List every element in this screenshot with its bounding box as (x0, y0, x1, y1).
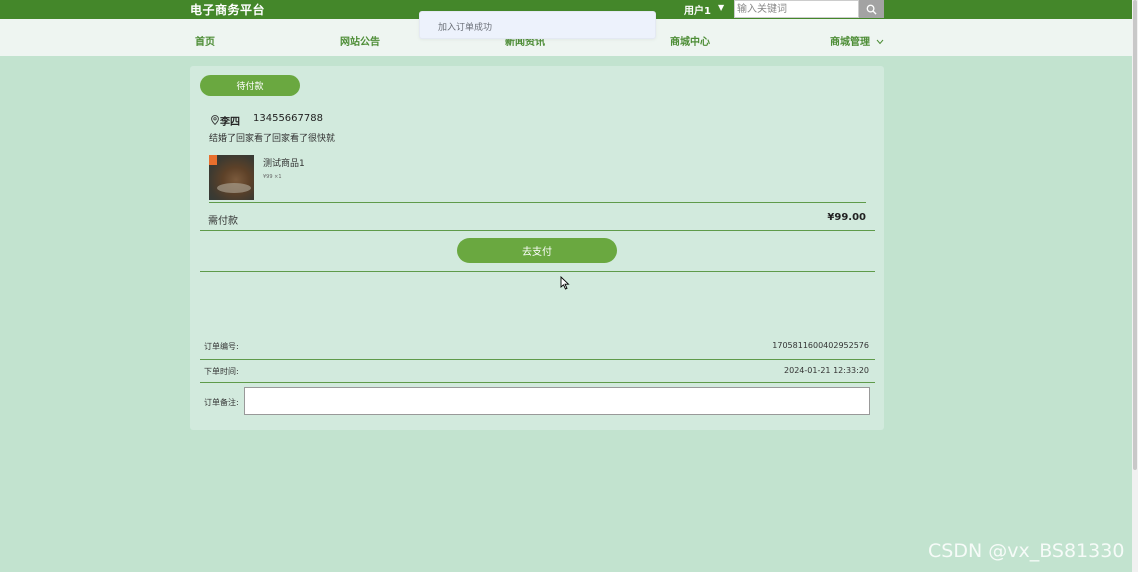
order-time-label: 下单时间: (204, 367, 239, 376)
order-number-label: 订单编号: (204, 342, 239, 351)
caret-down-icon[interactable]: ▼ (718, 3, 724, 12)
order-number-value: 1705811600402952576 (772, 341, 869, 350)
product-name[interactable]: 测试商品1 (263, 156, 305, 169)
search-input[interactable] (734, 0, 859, 18)
recipient-address: 结婚了回家看了回家看了很快就 (209, 134, 336, 144)
divider (200, 230, 875, 231)
nav-item-mall-management-label: 商城管理 (830, 37, 870, 48)
amount-value: ¥99.00 (827, 212, 866, 223)
nav-item-announcements[interactable]: 网站公告 (340, 33, 380, 48)
location-icon (211, 115, 219, 125)
order-status-badge[interactable]: 待付款 (200, 75, 300, 96)
order-card: 待付款 李四 13455667788 结婚了回家看了回家看了很快就 测试商品1 … (190, 66, 884, 430)
site-title[interactable]: 电子商务平台 (190, 1, 265, 18)
chevron-down-icon (877, 39, 884, 45)
watermark: CSDN @vx_BS81330 (928, 540, 1125, 562)
product-price-quantity: ¥99 ×1 (263, 174, 282, 180)
pay-button[interactable]: 去支付 (457, 238, 617, 263)
recipient-phone: 13455667788 (253, 113, 323, 124)
toast-notification: 加入订单成功 (419, 11, 656, 39)
divider (209, 202, 866, 203)
search-button[interactable] (859, 0, 884, 18)
scrollbar-thumb[interactable] (1133, 0, 1137, 470)
order-remark-label: 订单备注: (204, 398, 239, 407)
recipient-name: 李四 (220, 117, 240, 128)
order-time-value: 2024-01-21 12:33:20 (784, 366, 869, 375)
nav-item-home[interactable]: 首页 (195, 33, 215, 48)
amount-label: 需付款 (208, 216, 238, 227)
page-scrollbar[interactable] (1132, 0, 1138, 572)
user-menu[interactable]: 用户1 (684, 2, 711, 17)
divider (200, 382, 875, 383)
toast-message: 加入订单成功 (438, 23, 493, 33)
order-remark-input[interactable] (244, 387, 870, 415)
search-icon (866, 4, 877, 15)
mouse-cursor-icon (560, 276, 570, 290)
divider (200, 271, 875, 272)
nav-item-mall-center[interactable]: 商城中心 (670, 33, 710, 48)
divider (200, 359, 875, 360)
nav-item-mall-management[interactable]: 商城管理 (830, 33, 884, 48)
product-image[interactable] (209, 155, 254, 200)
